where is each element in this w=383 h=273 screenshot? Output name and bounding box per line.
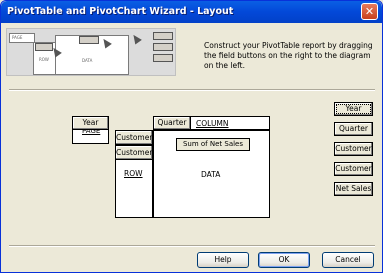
title-bar[interactable]: PivotTable and PivotChart Wizard - Layou… — [1, 1, 382, 23]
instructions-text: Construct your PivotTable report by drag… — [204, 41, 373, 70]
cancel-button[interactable]: Cancel — [322, 252, 374, 268]
row-area-label: ROW — [124, 169, 143, 178]
thumb-field-button — [153, 32, 173, 40]
separator-top — [9, 89, 375, 91]
field-year-button[interactable]: Year — [334, 102, 373, 116]
close-button[interactable]: ✕ — [361, 3, 378, 20]
page-field-year[interactable]: Year — [72, 116, 109, 130]
thumb-field-button — [153, 43, 173, 51]
row-field-customer[interactable]: Customer — [115, 145, 153, 160]
thumb-field-button — [153, 54, 173, 62]
window-title: PivotTable and PivotChart Wizard - Layou… — [7, 6, 234, 17]
thumb-field-button — [79, 36, 99, 44]
separator-bottom — [9, 245, 375, 247]
data-drop-area[interactable]: Sum of Net Sales DATA — [153, 130, 270, 218]
wizard-window: PivotTable and PivotChart Wizard - Layou… — [0, 0, 383, 273]
data-area-label: DATA — [201, 170, 221, 179]
help-button[interactable]: Help — [197, 252, 249, 268]
field-customer-button[interactable]: Customer — [334, 142, 373, 156]
field-net-sales-button[interactable]: Net Sales — [334, 182, 373, 196]
thumb-page-area: PAGE — [9, 33, 35, 43]
data-field-sum-net-sales[interactable]: Sum of Net Sales — [176, 138, 250, 151]
field-quarter-button[interactable]: Quarter — [334, 122, 373, 136]
thumb-page-label: PAGE — [12, 35, 23, 40]
thumb-data-label: DATA — [82, 58, 93, 63]
column-field-quarter[interactable]: Quarter — [153, 116, 191, 130]
thumb-row-label: ROW — [39, 57, 49, 62]
row-field-customer[interactable]: Customer — [115, 130, 153, 145]
column-area-label: COLUMN — [196, 119, 229, 128]
cursor-icon — [130, 32, 142, 45]
ok-button[interactable]: OK — [258, 252, 310, 268]
field-customer-button[interactable]: Customer — [334, 162, 373, 176]
layout-thumbnail: PAGE ROW DATA COLUMN — [6, 28, 176, 76]
